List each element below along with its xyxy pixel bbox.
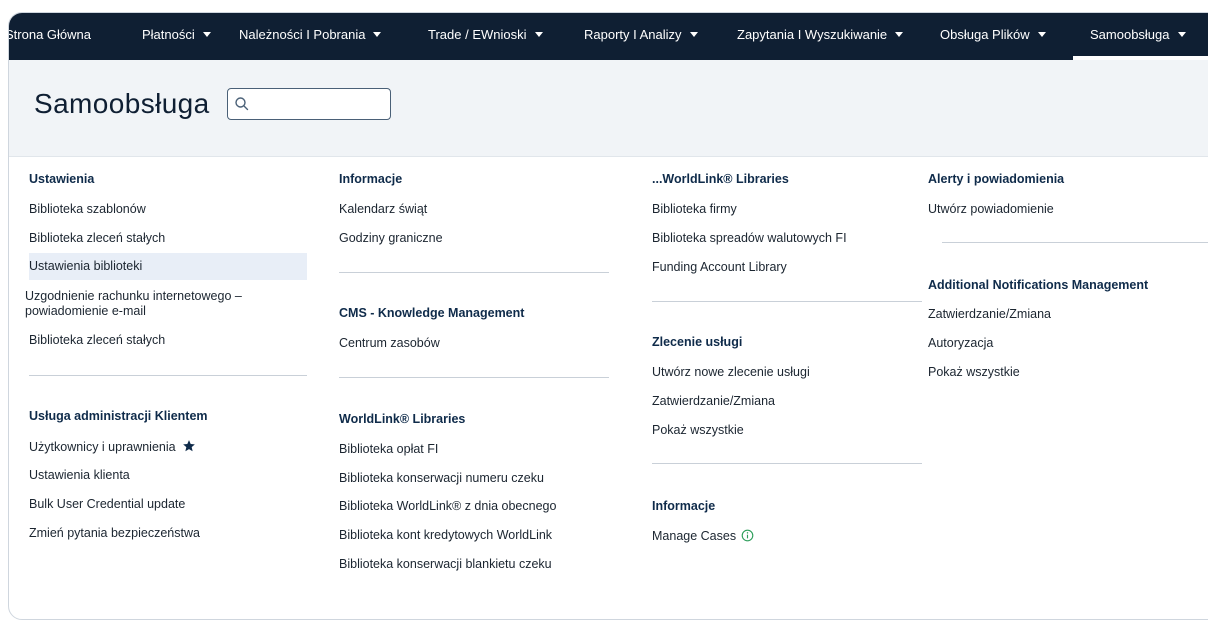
- app-frame: Strona Główna Płatności Należności I Pob…: [8, 12, 1208, 620]
- section-heading-info-2: Informacje: [652, 499, 716, 513]
- menu-link[interactable]: Biblioteka szablonów: [29, 202, 146, 217]
- menu-link[interactable]: Biblioteka kont kredytowych WorldLink: [339, 528, 552, 543]
- nav-item-self-service[interactable]: Samoobsługa: [1090, 13, 1186, 60]
- menu-link[interactable]: Funding Account Library: [652, 260, 787, 275]
- nav-item-trade[interactable]: Trade / EWnioski: [428, 13, 543, 60]
- nav-item-home[interactable]: Strona Główna: [8, 13, 91, 60]
- search-icon: [235, 97, 249, 111]
- menu-link[interactable]: Ustawienia klienta: [29, 468, 130, 483]
- chevron-down-icon: [534, 32, 543, 38]
- search-input[interactable]: [254, 92, 388, 118]
- section-divider: [942, 242, 1208, 243]
- nav-label: Raporty I Analizy: [584, 27, 682, 42]
- nav-label: Należności I Pobrania: [239, 27, 366, 42]
- page-header: Samoobsługa: [9, 60, 1208, 157]
- menu-link[interactable]: Bulk User Credential update: [29, 497, 185, 512]
- section-heading-settings: Ustawienia: [29, 172, 95, 186]
- nav-label: Zapytania I Wyszukiwanie: [737, 27, 888, 42]
- menu-link[interactable]: Biblioteka firmy: [652, 202, 737, 217]
- nav-label: Trade / EWnioski: [428, 27, 527, 42]
- section-heading-cms: CMS - Knowledge Management: [339, 306, 525, 320]
- section-heading-service-order: Zlecenie usługi: [652, 335, 743, 349]
- nav-item-reports[interactable]: Raporty I Analizy: [584, 13, 698, 60]
- menu-link-manage-cases[interactable]: Manage Cases: [652, 529, 754, 544]
- menu-link[interactable]: Godziny graniczne: [339, 231, 443, 246]
- menu-link[interactable]: Utwórz powiadomienie: [928, 202, 1054, 217]
- menu-link[interactable]: Ustawienia biblioteki: [29, 259, 142, 274]
- nav-item-inquiries[interactable]: Zapytania I Wyszukiwanie: [737, 13, 904, 60]
- menu-link-label: Użytkownicy i uprawnienia: [29, 440, 176, 454]
- menu-link[interactable]: Kalendarz świąt: [339, 202, 427, 217]
- nav-item-payments[interactable]: Płatności: [142, 13, 211, 60]
- chevron-down-icon: [373, 32, 382, 38]
- section-divider: [339, 272, 609, 273]
- nav-item-receivables[interactable]: Należności I Pobrania: [239, 13, 382, 60]
- menu-link[interactable]: Biblioteka zleceń stałych: [29, 333, 165, 348]
- chevron-down-icon: [895, 32, 904, 38]
- menu-link[interactable]: Autoryzacja: [928, 336, 993, 351]
- menu-link[interactable]: Uzgodnienie rachunku internetowego – pow…: [25, 289, 315, 319]
- section-heading-alerts: Alerty i powiadomienia: [928, 172, 1065, 186]
- chevron-down-icon: [689, 32, 698, 38]
- menu-link[interactable]: Biblioteka opłat FI: [339, 442, 438, 457]
- menu-link[interactable]: Biblioteka konserwacji blankietu czeku: [339, 557, 552, 572]
- menu-link[interactable]: Pokaż wszystkie: [652, 423, 744, 438]
- menu-link[interactable]: Biblioteka spreadów walutowych FI: [652, 231, 847, 246]
- section-heading-worldlink: WorldLink® Libraries: [339, 412, 466, 426]
- nav-label: Strona Główna: [8, 27, 91, 42]
- chevron-down-icon: [202, 32, 211, 38]
- info-icon[interactable]: [741, 529, 754, 542]
- page-title: Samoobsługa: [34, 88, 210, 119]
- menu-link[interactable]: Biblioteka konserwacji numeru czeku: [339, 471, 544, 486]
- nav-label: Obsługa Plików: [940, 27, 1030, 42]
- menu-link[interactable]: Utwórz nowe zlecenie usługi: [652, 365, 810, 380]
- menu-link[interactable]: Biblioteka zleceń stałych: [29, 231, 165, 246]
- section-divider: [339, 377, 609, 378]
- nav-label: Płatności: [142, 27, 195, 42]
- menu-link[interactable]: Biblioteka WorldLink® z dnia obecnego: [339, 499, 556, 514]
- menu-link[interactable]: Zatwierdzanie/Zmiana: [928, 307, 1051, 322]
- search-box[interactable]: [227, 88, 391, 120]
- menu-link[interactable]: Zatwierdzanie/Zmiana: [652, 394, 775, 409]
- section-heading-client-admin: Usługa administracji Klientem: [29, 409, 208, 423]
- menu-link-users-permissions[interactable]: Użytkownicy i uprawnienia: [29, 439, 196, 455]
- section-divider: [652, 463, 922, 464]
- menu-link[interactable]: Zmień pytania bezpieczeństwa: [29, 526, 200, 541]
- menu-link-label: Manage Cases: [652, 529, 737, 543]
- section-heading-info: Informacje: [339, 172, 403, 186]
- top-navigation: Strona Główna Płatności Należności I Pob…: [9, 13, 1208, 60]
- section-heading-worldlink-cont: ...WorldLink® Libraries: [652, 172, 789, 186]
- nav-item-files[interactable]: Obsługa Plików: [940, 13, 1046, 60]
- section-heading-additional-notifications: Additional Notifications Management: [928, 278, 1149, 292]
- chevron-down-icon: [1177, 32, 1186, 38]
- section-divider: [29, 375, 307, 376]
- star-icon[interactable]: [182, 439, 196, 453]
- menu-link[interactable]: Pokaż wszystkie: [928, 365, 1020, 380]
- section-divider: [652, 301, 922, 302]
- chevron-down-icon: [1037, 32, 1046, 38]
- menu-link[interactable]: Centrum zasobów: [339, 336, 440, 351]
- nav-label: Samoobsługa: [1090, 27, 1170, 42]
